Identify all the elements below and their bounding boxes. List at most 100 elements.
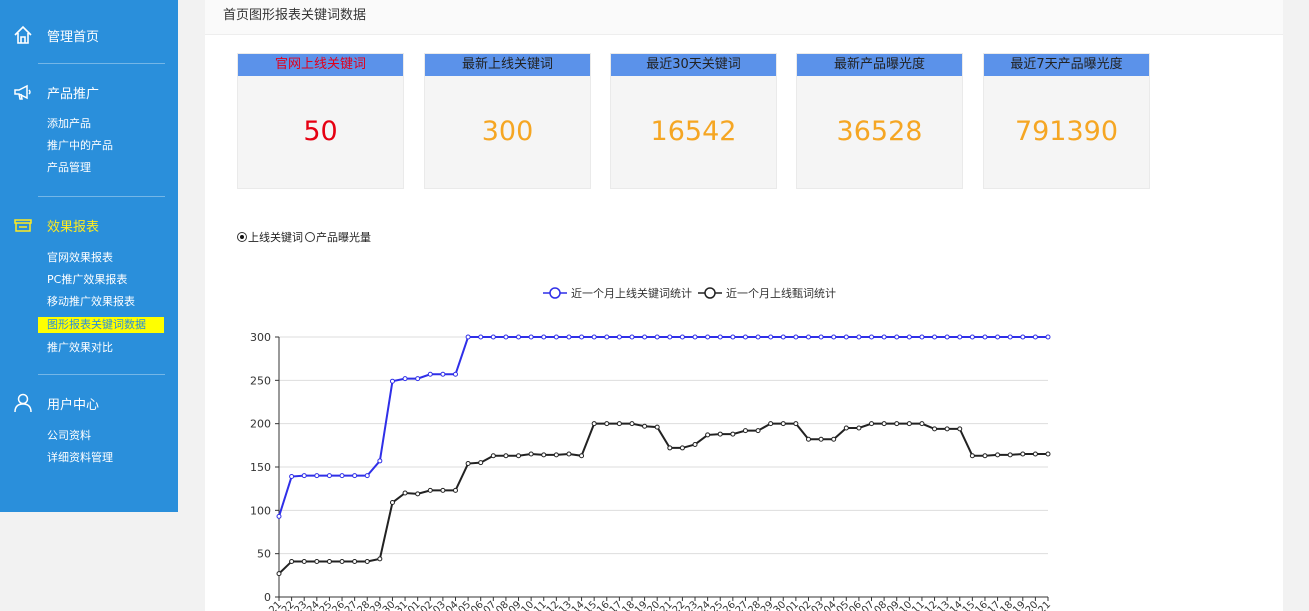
data-point [579,453,585,459]
data-point [566,451,572,457]
sidebar-item-promoting-products[interactable]: 推广中的产品 [47,138,113,154]
data-point [289,558,295,564]
data-point [906,334,912,340]
sidebar-item-product-manage[interactable]: 产品管理 [47,160,91,176]
sidebar-item-details[interactable]: 详细资料管理 [47,450,113,466]
data-point [629,334,635,340]
data-point [364,473,370,479]
data-point [642,334,648,340]
radio-exposure[interactable]: 产品曝光量 [305,229,371,245]
data-point [465,334,471,340]
data-point [969,453,975,459]
data-point [591,334,597,340]
data-point [793,334,799,340]
sidebar-item-compare[interactable]: 推广效果对比 [47,340,113,356]
data-point [604,421,610,427]
sidebar-item-company[interactable]: 公司资料 [47,428,91,444]
data-point [553,334,559,340]
sidebar-item-chart-keywords[interactable]: 图形报表关键词数据 [38,317,164,333]
data-point [818,334,824,340]
data-point [591,421,597,427]
legend-marker [704,287,716,299]
nav-user-center[interactable]: 用户中心 [0,383,178,423]
data-point [843,425,849,431]
data-point [1045,334,1051,340]
stat-card-latest-keywords: 最新上线关键词 300 [424,53,591,189]
sidebar-item-add-product[interactable]: 添加产品 [47,116,91,132]
nav-product-promo[interactable]: 产品推广 [0,72,178,112]
data-point [1045,451,1051,457]
data-point [465,461,471,467]
radio-label: 上线关键词 [248,231,303,244]
data-point [705,432,711,438]
stat-card-label: 最近30天关键词 [611,54,776,76]
radio-keywords[interactable]: 上线关键词 [237,229,303,245]
series-line [278,336,1048,517]
data-point [352,558,358,564]
nav-user-center-label: 用户中心 [47,397,100,413]
data-point [1032,334,1038,340]
data-point [894,421,900,427]
legend-marker [549,287,561,299]
stat-card-7day-exposure: 最近7天产品曝光度 791390 [983,53,1150,189]
data-point [654,424,660,430]
data-point [402,490,408,496]
data-point [1007,452,1013,458]
nav-home[interactable]: 管理首页 [0,15,178,55]
data-point [717,431,723,437]
data-point [768,421,774,427]
data-point [881,421,887,427]
data-point [314,473,320,479]
sidebar-item-mobile-report[interactable]: 移动推广效果报表 [47,294,135,310]
data-point [755,428,761,434]
x-tick-label: 21 [1036,599,1053,611]
data-point [402,376,408,382]
data-point [679,445,685,451]
data-point [919,334,925,340]
data-point [629,421,635,427]
y-tick-label: 150 [250,461,271,474]
data-point [553,452,559,458]
data-point [768,334,774,340]
data-point [667,334,673,340]
data-point [932,334,938,340]
data-point [377,458,383,464]
data-point [982,453,988,459]
data-point [389,378,395,384]
data-point [730,334,736,340]
data-point [856,425,862,431]
legend-label: 近一个月上线关键词统计 [571,286,692,300]
stat-card-label: 最近7天产品曝光度 [984,54,1149,76]
nav-effect-report[interactable]: 效果报表 [0,205,178,245]
data-point [932,426,938,432]
stat-card-value: 791390 [1014,116,1119,147]
data-point [805,334,811,340]
sidebar-item-pc-report[interactable]: PC推广效果报表 [47,272,127,288]
data-point [692,441,698,447]
data-point [616,334,622,340]
data-point [995,452,1001,458]
y-tick-label: 50 [257,548,271,561]
chart-type-radios: 上线关键词 产品曝光量 [237,229,371,245]
data-point [869,334,875,340]
data-point [478,334,484,340]
radio-dot[interactable] [237,232,247,242]
data-point [276,513,282,519]
data-point [919,421,925,427]
data-point [301,473,307,479]
data-point [831,334,837,340]
radio-dot[interactable] [305,232,315,242]
legend-label: 近一个月上线甄词统计 [726,286,836,300]
data-point [440,371,446,377]
sidebar-item-site-report[interactable]: 官网效果报表 [47,250,113,266]
data-point [541,452,547,458]
data-point [894,334,900,340]
data-point [301,558,307,564]
data-point [1032,451,1038,457]
stat-card-value: 50 [303,116,338,147]
data-point [957,426,963,432]
home-icon [12,24,34,46]
nav-effect-report-label: 效果报表 [47,219,100,235]
data-point [276,571,282,577]
data-point [1007,334,1013,340]
